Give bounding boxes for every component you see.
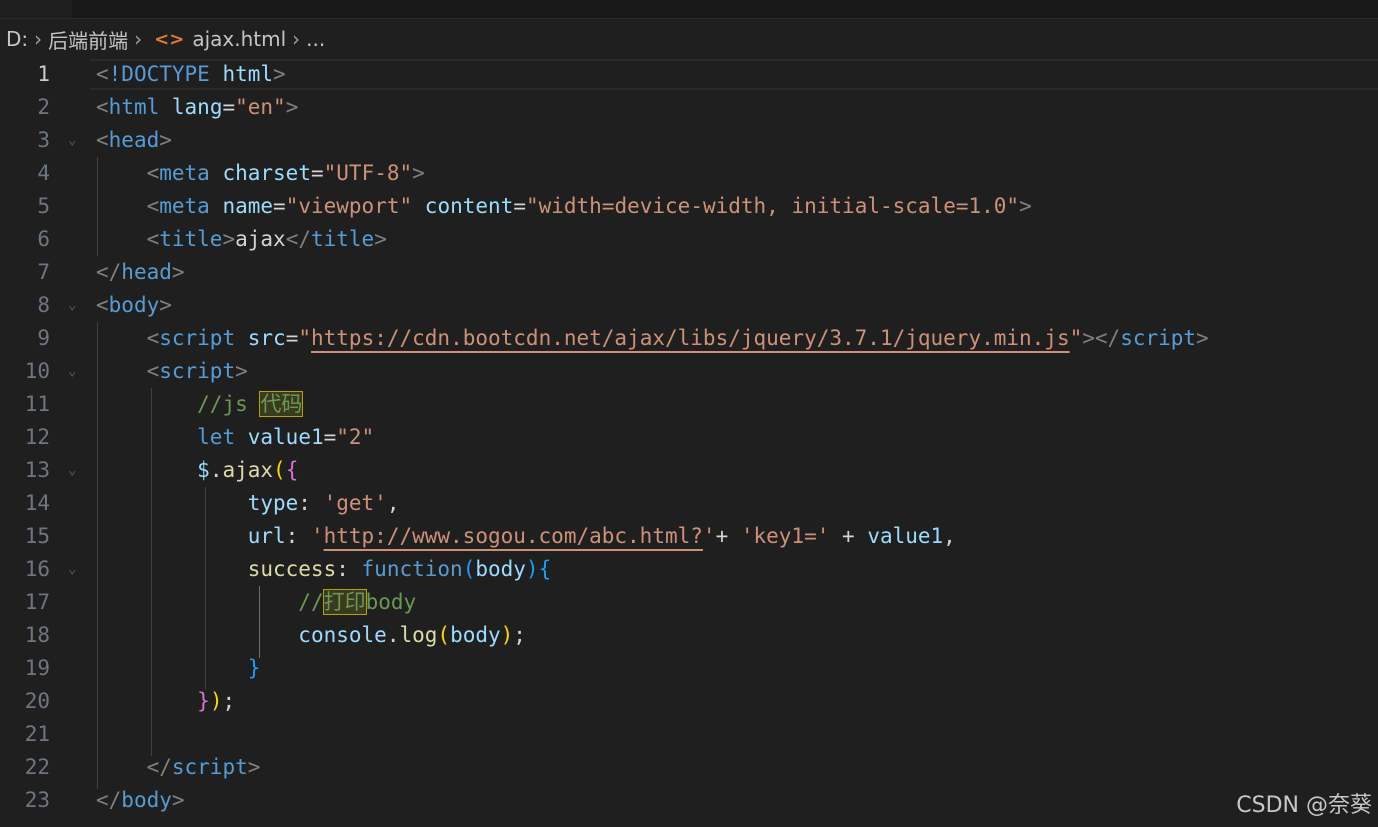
code-line[interactable]: 6 <title>ajax</title> bbox=[0, 223, 1378, 256]
code-line[interactable]: 13 ⌄ $.ajax({ bbox=[0, 454, 1378, 487]
code-line[interactable]: 21 bbox=[0, 718, 1378, 751]
line-number: 5 bbox=[37, 194, 50, 218]
script-src-link[interactable]: https://cdn.bootcdn.net/ajax/libs/jquery… bbox=[311, 326, 1070, 350]
code-line[interactable]: 11 //js 代码 bbox=[0, 388, 1378, 421]
breadcrumb-file[interactable]: ajax.html bbox=[192, 27, 286, 51]
code-line[interactable]: 3 ⌄ <head> bbox=[0, 124, 1378, 157]
fold-chevron-icon[interactable]: ⌄ bbox=[68, 289, 82, 322]
code-line[interactable]: 7 </head> bbox=[0, 256, 1378, 289]
line-number: 3 bbox=[37, 128, 50, 152]
watermark: CSDN @奈葵 bbox=[1236, 793, 1372, 818]
line-number: 13 bbox=[24, 458, 50, 482]
breadcrumb-drive[interactable]: D: bbox=[6, 27, 28, 51]
tab-ajax-html[interactable] bbox=[0, 0, 72, 18]
fold-chevron-icon[interactable]: ⌄ bbox=[68, 124, 82, 157]
unicode-highlight: 打印 bbox=[322, 589, 367, 615]
tab-strip bbox=[0, 0, 1378, 19]
code-line[interactable]: 1 <!DOCTYPE html> bbox=[0, 58, 1378, 91]
fold-chevron-icon[interactable]: ⌄ bbox=[68, 454, 82, 487]
chevron-right-icon: › bbox=[292, 27, 301, 51]
chevron-right-icon: › bbox=[134, 27, 143, 51]
code-line[interactable]: 20 }); bbox=[0, 685, 1378, 718]
line-number: 22 bbox=[24, 755, 50, 779]
chevron-right-icon: › bbox=[34, 27, 43, 51]
line-number: 17 bbox=[24, 590, 50, 614]
line-number: 20 bbox=[24, 689, 50, 713]
code-line[interactable]: 12 let value1="2" bbox=[0, 421, 1378, 454]
breadcrumb-more[interactable]: ... bbox=[306, 27, 325, 51]
line-number: 15 bbox=[24, 524, 50, 548]
code-line[interactable]: 16 ⌄ success: function(body){ bbox=[0, 553, 1378, 586]
code-line[interactable]: 2 <html lang="en"> bbox=[0, 91, 1378, 124]
line-number: 16 bbox=[24, 557, 50, 581]
line-number: 7 bbox=[37, 260, 50, 284]
line-number: 6 bbox=[37, 227, 50, 251]
line-number: 18 bbox=[24, 623, 50, 647]
fold-chevron-icon[interactable]: ⌄ bbox=[68, 553, 82, 586]
html-file-icon: <> bbox=[154, 28, 185, 50]
code-line[interactable]: 10 ⌄ <script> bbox=[0, 355, 1378, 388]
code-line[interactable]: 9 <script src="https://cdn.bootcdn.net/a… bbox=[0, 322, 1378, 355]
code-line[interactable]: 22 </script> bbox=[0, 751, 1378, 784]
line-number: 14 bbox=[24, 491, 50, 515]
code-line[interactable]: 19 } bbox=[0, 652, 1378, 685]
code-editor[interactable]: 1 <!DOCTYPE html> 2 <html lang="en"> 3 ⌄… bbox=[0, 58, 1378, 827]
line-number: 9 bbox=[37, 326, 50, 350]
code-line[interactable]: 5 <meta name="viewport" content="width=d… bbox=[0, 190, 1378, 223]
fold-chevron-icon[interactable]: ⌄ bbox=[68, 355, 82, 388]
line-number: 12 bbox=[24, 425, 50, 449]
code-line[interactable]: 8 ⌄ <body> bbox=[0, 289, 1378, 322]
line-number: 4 bbox=[37, 161, 50, 185]
code-line[interactable]: 23 </body> bbox=[0, 784, 1378, 817]
code-line[interactable]: 17 //打印body bbox=[0, 586, 1378, 619]
breadcrumb-folder[interactable]: 后端前端 bbox=[48, 25, 128, 54]
line-number: 2 bbox=[37, 95, 50, 119]
code-line[interactable]: 18 console.log(body); bbox=[0, 619, 1378, 652]
line-number: 10 bbox=[24, 359, 50, 383]
code-line[interactable]: 15 url: 'http://www.sogou.com/abc.html?'… bbox=[0, 520, 1378, 553]
line-number: 1 bbox=[37, 62, 50, 86]
breadcrumb: D: › 后端前端 › <> ajax.html › ... bbox=[6, 25, 325, 54]
line-number: 23 bbox=[24, 788, 50, 812]
unicode-highlight: 代码 bbox=[259, 391, 304, 417]
line-number: 8 bbox=[37, 293, 50, 317]
url-link[interactable]: http://www.sogou.com/abc.html? bbox=[324, 524, 703, 548]
line-number: 11 bbox=[24, 392, 50, 416]
line-number: 19 bbox=[24, 656, 50, 680]
line-number: 21 bbox=[24, 722, 50, 746]
code-line[interactable]: 4 <meta charset="UTF-8"> bbox=[0, 157, 1378, 190]
code-line[interactable]: 14 type: 'get', bbox=[0, 487, 1378, 520]
